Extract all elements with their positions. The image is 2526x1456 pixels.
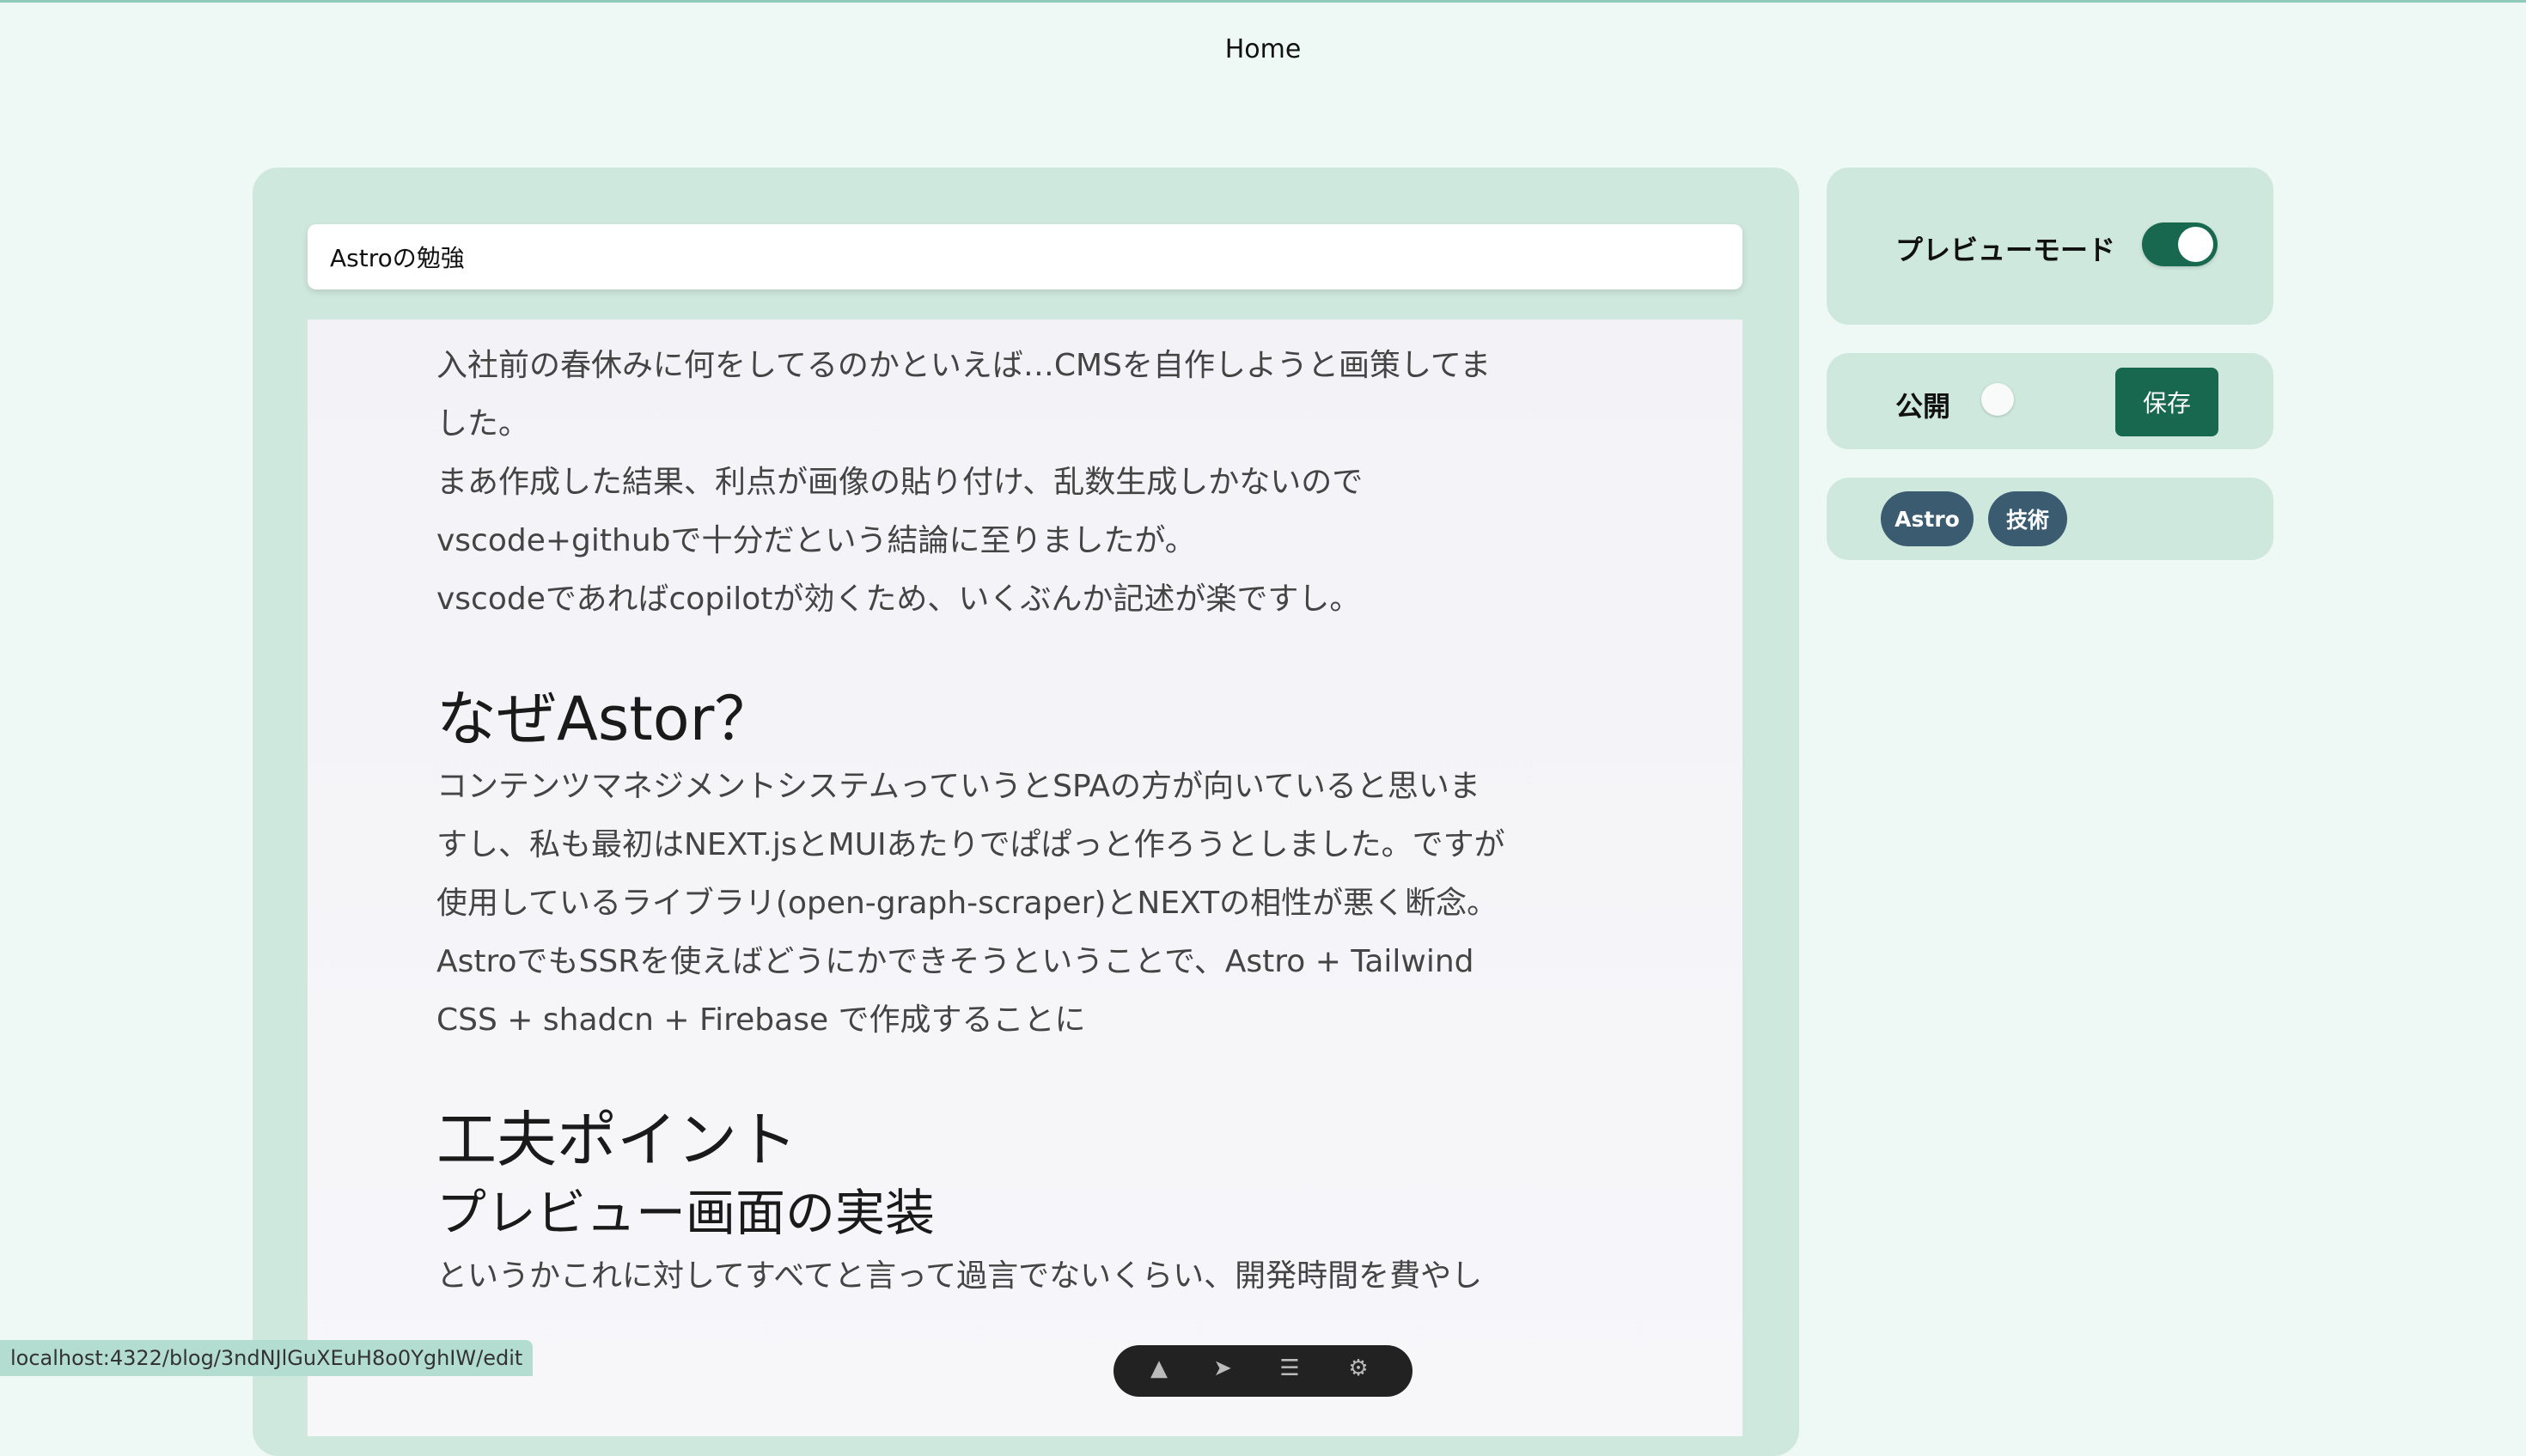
heading-key-points: 工夫ポイント bbox=[436, 1105, 797, 1175]
title-input[interactable] bbox=[308, 224, 1742, 289]
paragraph-line: コンテンツマネジメントシステムっていうとSPAの方が向いていると思いま bbox=[436, 769, 1480, 804]
heading-preview-implementation: プレビュー画面の実装 bbox=[436, 1184, 936, 1242]
preview-mode-toggle[interactable] bbox=[2142, 222, 2218, 266]
paragraph-line: vscodeであればcopilotが効くため、いくぶんか記述が楽ですし。 bbox=[436, 582, 1361, 617]
paragraph-line: すし、私も最初はNEXT.jsとMUIあたりでぱぱっと作ろうとしました。ですが bbox=[436, 827, 1505, 862]
settings-icon[interactable]: ⚙ bbox=[1345, 1355, 1371, 1381]
publish-toggle[interactable] bbox=[1978, 380, 2047, 419]
paragraph-line: AstroでもSSRを使えばどうにかできそうということで、Astro + Tai… bbox=[436, 944, 1474, 979]
paragraph-line: というかこれに対してすべてと言って過言でないくらい、開発時間を費やし bbox=[436, 1258, 1483, 1294]
paragraph-line: 使用しているライブラリ(open-graph-scraper)とNEXTの相性が… bbox=[436, 886, 1498, 921]
heading-why-astro: なぜAstor？ bbox=[436, 684, 775, 754]
save-button[interactable]: 保存 bbox=[2115, 368, 2218, 436]
paragraph-line: 入社前の春休みに何をしてるのかといえば…CMSを自作しようと画策してま bbox=[436, 348, 1492, 383]
pointer-icon[interactable]: ➤ bbox=[1210, 1355, 1236, 1381]
paragraph-line: vscode+githubで十分だという結論に至りましたが。 bbox=[436, 523, 1196, 558]
top-border bbox=[0, 0, 2526, 3]
menu-icon[interactable]: ☰ bbox=[1277, 1355, 1303, 1381]
floating-toolbar: ▲ ➤ ☰ ⚙ bbox=[1114, 1345, 1412, 1397]
app-icon[interactable]: ▲ bbox=[1146, 1355, 1172, 1381]
paragraph-line: した。 bbox=[436, 406, 530, 442]
toggle-knob bbox=[1981, 383, 2014, 416]
toggle-knob bbox=[2178, 227, 2213, 262]
tag-astro[interactable]: Astro bbox=[1881, 491, 1974, 546]
nav-home-link[interactable]: Home bbox=[0, 34, 2526, 64]
preview-content: 入社前の春休みに何をしてるのかといえば…CMSを自作しようと画策してま した。 … bbox=[436, 337, 1639, 1306]
paragraph-line: CSS + shadcn + Firebase で作成することに bbox=[436, 1002, 1086, 1038]
publish-label: 公開 bbox=[1895, 390, 1951, 423]
preview-mode-label: プレビューモード bbox=[1895, 234, 2116, 266]
tag-tech[interactable]: 技術 bbox=[1988, 491, 2067, 546]
markdown-preview: 入社前の春休みに何をしてるのかといえば…CMSを自作しようと画策してま した。 … bbox=[308, 320, 1742, 1436]
status-bar-url: localhost:4322/blog/3ndNJlGuXEuH8o0YghIW… bbox=[0, 1340, 534, 1376]
paragraph-line: まあ作成した結果、利点が画像の貼り付け、乱数生成しかないので bbox=[436, 465, 1364, 500]
